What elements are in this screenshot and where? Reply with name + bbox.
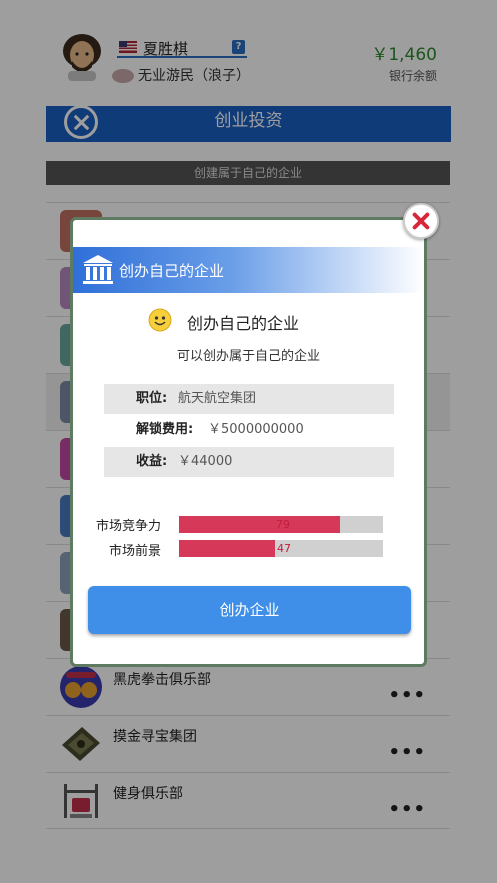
smiley-icon xyxy=(148,308,172,332)
position-value: 航天航空集团 xyxy=(178,391,257,406)
create-company-button[interactable]: 创办企业 xyxy=(88,586,411,634)
building-icon xyxy=(83,255,113,284)
position-label: 职位: xyxy=(136,391,168,406)
competitiveness-bar: 79 xyxy=(179,516,383,533)
dialog-description: 可以创办属于自己的企业 xyxy=(176,349,320,364)
create-company-dialog: 创办自己的企业 创办自己的企业 可以创办属于自己的企业 职位: 航天航空集团 解… xyxy=(70,217,427,667)
prospect-label: 市场前景 xyxy=(108,544,161,559)
prospect-value: 47 xyxy=(277,542,291,555)
profit-value: ￥44000 xyxy=(178,454,233,469)
info-unlock-row: 解锁费用: ￥5000000000 xyxy=(104,415,394,445)
prospect-bar-fill xyxy=(179,540,275,557)
dialog-header-title: 创办自己的企业 xyxy=(119,262,225,280)
dialog-title: 创办自己的企业 xyxy=(187,314,300,333)
profit-label: 收益: xyxy=(136,454,168,469)
competitiveness-value: 79 xyxy=(276,518,290,531)
competitiveness-bar-fill xyxy=(179,516,341,533)
prospect-bar: 47 xyxy=(179,540,383,557)
info-profit-row: 收益: ￥44000 xyxy=(104,447,394,477)
competitiveness-label: 市场竞争力 xyxy=(95,519,161,534)
info-position-row: 职位: 航天航空集团 xyxy=(104,384,394,414)
unlock-fee-value: ￥5000000000 xyxy=(208,422,304,437)
dialog-header: 创办自己的企业 xyxy=(73,247,424,293)
unlock-fee-label: 解锁费用: xyxy=(136,422,194,437)
dialog-close-icon[interactable] xyxy=(403,203,439,239)
